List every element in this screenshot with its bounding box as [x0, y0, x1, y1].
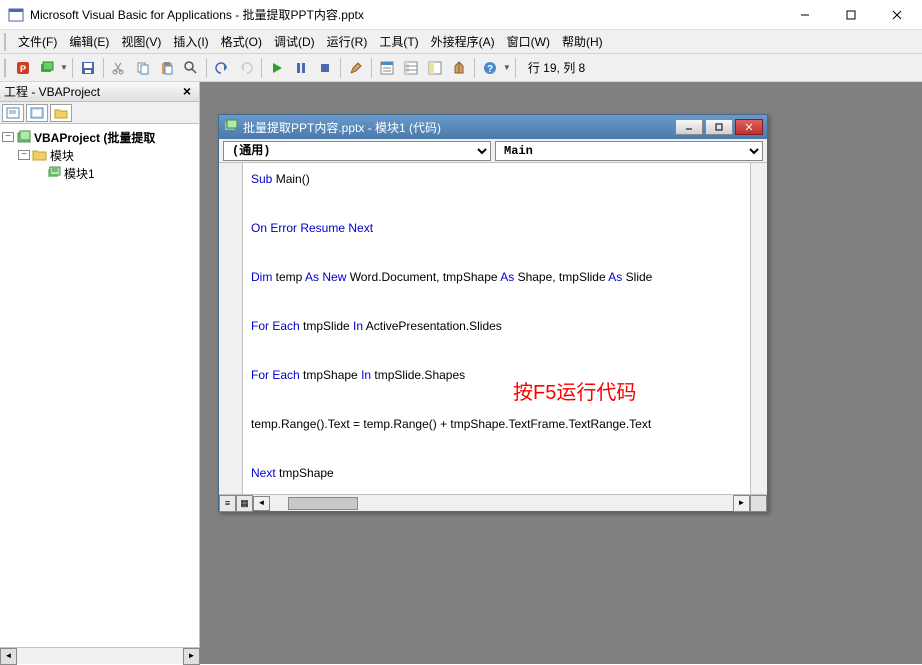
code-window-title: 批量提取PPT内容.pptx - 模块1 (代码)	[243, 119, 675, 136]
undo-icon[interactable]	[211, 57, 233, 79]
module-label: 模块1	[64, 165, 95, 182]
code-editor[interactable]: Sub Main() On Error Resume Next Dim temp…	[243, 163, 750, 494]
svg-text:P: P	[20, 64, 26, 74]
procedure-view-button[interactable]: ≡	[219, 495, 236, 512]
code-window-titlebar[interactable]: 批量提取PPT内容.pptx - 模块1 (代码)	[219, 115, 767, 139]
reset-icon[interactable]	[314, 57, 336, 79]
menu-window[interactable]: 窗口(W)	[501, 31, 556, 52]
redo-icon[interactable]	[235, 57, 257, 79]
menu-tools[interactable]: 工具(T)	[373, 31, 424, 52]
menu-file[interactable]: 文件(F)	[12, 31, 63, 52]
dropdown-arrow-icon[interactable]: ▼	[60, 63, 68, 72]
insert-module-icon[interactable]	[36, 57, 58, 79]
toolbar: P ▼ ? ▼ 行 19, 列 8	[0, 54, 922, 82]
menu-run[interactable]: 运行(R)	[321, 31, 374, 52]
mdi-area: 批量提取PPT内容.pptx - 模块1 (代码) (通用) Main Sub …	[200, 82, 922, 664]
scroll-right-icon[interactable]: ►	[183, 648, 200, 665]
close-button[interactable]	[874, 0, 920, 30]
procedure-dropdown[interactable]: Main	[495, 141, 763, 161]
project-explorer-panel: 工程 - VBAProject × − VBAProject (批量提取 − 模…	[0, 82, 200, 664]
project-panel-toolbar	[0, 102, 199, 124]
break-icon[interactable]	[290, 57, 312, 79]
code-window: 批量提取PPT内容.pptx - 模块1 (代码) (通用) Main Sub …	[218, 114, 768, 512]
save-icon[interactable]	[77, 57, 99, 79]
full-module-view-button[interactable]: ▦	[236, 495, 253, 512]
menu-debug[interactable]: 调试(D)	[268, 31, 321, 52]
close-panel-button[interactable]: ×	[179, 84, 195, 100]
sizegrip[interactable]	[750, 495, 767, 512]
view-object-icon[interactable]	[26, 104, 48, 122]
project-label: VBAProject (批量提取	[34, 129, 155, 146]
folder-label: 模块	[50, 147, 74, 164]
gripper	[4, 59, 8, 77]
toggle-folders-icon[interactable]	[50, 104, 72, 122]
titlebar: Microsoft Visual Basic for Applications …	[0, 0, 922, 30]
dropdown-arrow-icon[interactable]: ▼	[503, 63, 511, 72]
svg-text:?: ?	[487, 64, 493, 75]
project-panel-header: 工程 - VBAProject ×	[0, 82, 199, 102]
scroll-right-icon[interactable]: ►	[733, 495, 750, 512]
window-title: Microsoft Visual Basic for Applications …	[30, 6, 782, 23]
menu-addins[interactable]: 外接程序(A)	[425, 31, 501, 52]
vertical-scrollbar[interactable]	[750, 163, 767, 494]
maximize-button[interactable]	[828, 0, 874, 30]
properties-icon[interactable]	[400, 57, 422, 79]
app-icon	[8, 7, 24, 23]
menu-edit[interactable]: 编辑(E)	[63, 31, 115, 52]
project-explorer-icon[interactable]	[376, 57, 398, 79]
tree-folder-node[interactable]: − 模块	[2, 146, 197, 164]
object-browser-icon[interactable]	[424, 57, 446, 79]
horizontal-scrollbar[interactable]: ◄	[253, 495, 733, 511]
copy-icon[interactable]	[132, 57, 154, 79]
tree-module-node[interactable]: 模块1	[2, 164, 197, 182]
scroll-left-icon[interactable]: ◄	[0, 648, 17, 665]
project-tree[interactable]: − VBAProject (批量提取 − 模块 模块1	[0, 124, 199, 664]
menubar: 文件(F) 编辑(E) 视图(V) 插入(I) 格式(O) 调试(D) 运行(R…	[0, 30, 922, 54]
paste-icon[interactable]	[156, 57, 178, 79]
find-icon[interactable]	[180, 57, 202, 79]
code-margin	[219, 163, 243, 494]
annotation-text: 按F5运行代码	[513, 381, 636, 405]
gripper	[4, 33, 8, 51]
run-icon[interactable]	[266, 57, 288, 79]
cursor-position-status: 行 19, 列 8	[528, 59, 585, 76]
menu-insert[interactable]: 插入(I)	[167, 31, 214, 52]
panel-scrollbar[interactable]: ◄ ►	[0, 647, 200, 664]
child-maximize-button[interactable]	[705, 119, 733, 135]
tree-project-node[interactable]: − VBAProject (批量提取	[2, 128, 197, 146]
module-icon	[46, 165, 62, 181]
collapse-icon[interactable]: −	[18, 150, 30, 160]
view-powerpoint-icon[interactable]: P	[12, 57, 34, 79]
module-icon	[223, 119, 239, 135]
project-panel-title: 工程 - VBAProject	[4, 83, 100, 100]
cut-icon[interactable]	[108, 57, 130, 79]
menu-format[interactable]: 格式(O)	[215, 31, 268, 52]
design-mode-icon[interactable]	[345, 57, 367, 79]
object-dropdown[interactable]: (通用)	[223, 141, 491, 161]
view-code-icon[interactable]	[2, 104, 24, 122]
toolbox-icon[interactable]	[448, 57, 470, 79]
folder-icon	[32, 147, 48, 163]
menu-view[interactable]: 视图(V)	[115, 31, 167, 52]
help-icon[interactable]: ?	[479, 57, 501, 79]
project-icon	[16, 129, 32, 145]
minimize-button[interactable]	[782, 0, 828, 30]
child-close-button[interactable]	[735, 119, 763, 135]
collapse-icon[interactable]: −	[2, 132, 14, 142]
menu-help[interactable]: 帮助(H)	[556, 31, 609, 52]
child-minimize-button[interactable]	[675, 119, 703, 135]
